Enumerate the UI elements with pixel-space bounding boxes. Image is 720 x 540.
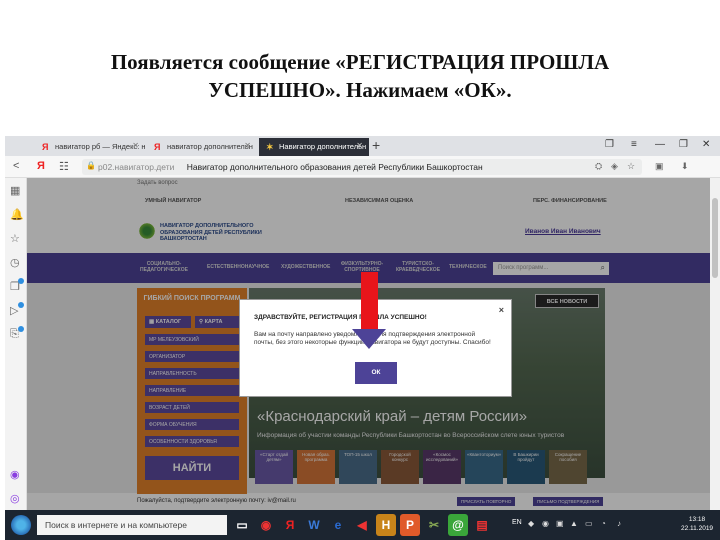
windows-start-icon[interactable] bbox=[11, 515, 31, 535]
clock[interactable]: 13:18 22.11.2019 bbox=[681, 515, 713, 533]
dialog-title: ЗДРАВСТВУЙТЕ, РЕГИСТРАЦИЯ ПРОШЛА УСПЕШНО… bbox=[254, 314, 427, 321]
tabs-icon[interactable]: ☷ bbox=[59, 160, 69, 173]
messenger-app-icon[interactable]: @ bbox=[448, 514, 468, 536]
navigator-favicon-icon: ✶ bbox=[266, 142, 274, 152]
menu-icon[interactable]: ≡ bbox=[631, 139, 637, 150]
yandex-home-icon[interactable]: Я bbox=[37, 160, 45, 172]
ie-icon[interactable]: e bbox=[328, 514, 348, 536]
ok-button[interactable]: ОК bbox=[355, 362, 397, 384]
protect-icon[interactable]: ◈ bbox=[611, 161, 618, 172]
arrow-head bbox=[352, 329, 386, 349]
dialog-close-icon[interactable]: × bbox=[499, 305, 504, 315]
tab-yandex-navigator[interactable]: Я навигатор дополнительн ✕ bbox=[147, 138, 257, 156]
alice-icon[interactable]: ◎ bbox=[10, 492, 20, 505]
battery-icon[interactable]: ▭ bbox=[585, 519, 593, 528]
powerpoint-icon[interactable]: P bbox=[400, 514, 420, 536]
tray-icon[interactable]: ▣ bbox=[556, 519, 564, 528]
history-clock-icon[interactable]: ◷ bbox=[10, 256, 20, 269]
close-tab-icon[interactable]: ✕ bbox=[356, 141, 363, 150]
url-text: p02.навигатор.дети bbox=[98, 162, 175, 172]
page-scrollbar[interactable] bbox=[710, 178, 720, 510]
minimize-icon[interactable]: — bbox=[655, 139, 665, 150]
notes-badge bbox=[18, 326, 24, 332]
tab-label: Навигатор дополнительн bbox=[279, 142, 367, 151]
url-page-title: Навигатор дополнительного образования де… bbox=[186, 162, 483, 172]
download-icon[interactable]: ⬇ bbox=[681, 161, 689, 172]
favorites-star-icon[interactable]: ☆ bbox=[10, 232, 20, 245]
scissors-icon[interactable]: ✂ bbox=[424, 514, 444, 536]
bookmark-star-icon[interactable]: ☆ bbox=[627, 161, 635, 172]
tray-icon[interactable]: ◉ bbox=[542, 519, 549, 528]
tab-label: навигатор дополнительн bbox=[167, 142, 253, 151]
notifications-bell-icon[interactable]: 🔔 bbox=[10, 208, 24, 221]
windows-taskbar: Поиск в интернете и на компьютере ▭ ◉ Я … bbox=[5, 510, 720, 540]
tab-navigator-active[interactable]: ✶ Навигатор дополнительн ✕ bbox=[259, 138, 369, 156]
slide-title: Появляется сообщение «РЕГИСТРАЦИЯ ПРОШЛА… bbox=[0, 48, 720, 104]
url-field[interactable]: 🔒 p02.навигатор.дети Навигатор дополните… bbox=[82, 159, 642, 175]
back-icon[interactable]: < bbox=[13, 160, 19, 172]
app-h-icon[interactable]: H bbox=[376, 514, 396, 536]
tab-yandex-search[interactable]: Я навигатор рб — Яндекс: н ✕ bbox=[35, 138, 145, 156]
tab-bar: Я навигатор рб — Яндекс: н ✕ Я навигатор… bbox=[5, 136, 720, 156]
apps-grid-icon[interactable]: ▦ bbox=[10, 184, 20, 197]
play-badge bbox=[18, 302, 24, 308]
lock-icon: 🔒 bbox=[86, 161, 96, 170]
word-icon[interactable]: W bbox=[304, 514, 324, 536]
messenger-icon[interactable]: ◉ bbox=[10, 468, 20, 481]
browser-screenshot: Я навигатор рб — Яндекс: н ✕ Я навигатор… bbox=[5, 136, 720, 540]
yandex-sidebar: ▦ 🔔 ☆ ◷ ❐ ▷ ⎘ ◉ ◎ bbox=[5, 178, 27, 540]
adobe-icon[interactable]: ▤ bbox=[472, 514, 492, 536]
slide-title-line-1: Появляется сообщение «РЕГИСТРАЦИЯ ПРОШЛА bbox=[110, 50, 610, 74]
task-view-icon[interactable]: ▭ bbox=[232, 514, 252, 536]
taskbar-search-input[interactable]: Поиск в интернете и на компьютере bbox=[37, 515, 227, 535]
clock-time: 13:18 bbox=[688, 516, 706, 523]
close-tab-icon[interactable]: ✕ bbox=[132, 141, 139, 150]
close-tab-icon[interactable]: ✕ bbox=[244, 141, 251, 150]
clock-date: 22.11.2019 bbox=[681, 525, 714, 532]
network-icon[interactable]: ◔ bbox=[601, 519, 606, 528]
yandex-icon: Я bbox=[154, 142, 161, 152]
translate-icon[interactable]: ⛭ bbox=[595, 161, 602, 172]
collections-badge bbox=[18, 278, 24, 284]
scrollbar-thumb[interactable] bbox=[712, 198, 718, 278]
yandex-icon: Я bbox=[42, 142, 49, 152]
tray-icon[interactable]: ▲ bbox=[570, 519, 578, 528]
tray-app-icon[interactable]: ◆ bbox=[528, 519, 534, 528]
maximize-icon[interactable]: ❐ bbox=[679, 139, 688, 150]
red-arrow-pointer bbox=[361, 272, 378, 329]
new-tab-icon[interactable]: + bbox=[372, 137, 380, 153]
slide-title-line-2: УСПЕШНО». Нажимаем «ОК». bbox=[208, 78, 512, 102]
language-indicator[interactable]: EN bbox=[512, 519, 522, 526]
volume-icon[interactable]: ♪ bbox=[617, 519, 621, 528]
reader-icon[interactable]: ▣ bbox=[655, 161, 664, 172]
close-window-icon[interactable]: ✕ bbox=[702, 139, 710, 150]
chrome-icon[interactable]: ◉ bbox=[256, 514, 276, 536]
yandex-browser-icon[interactable]: Я bbox=[280, 514, 300, 536]
tabs-menu-icon[interactable]: ❐ bbox=[605, 139, 614, 150]
address-bar: < Я ☷ 🔒 p02.навигатор.дети Навигатор доп… bbox=[5, 156, 720, 178]
media-player-icon[interactable]: ◀ bbox=[352, 514, 372, 536]
